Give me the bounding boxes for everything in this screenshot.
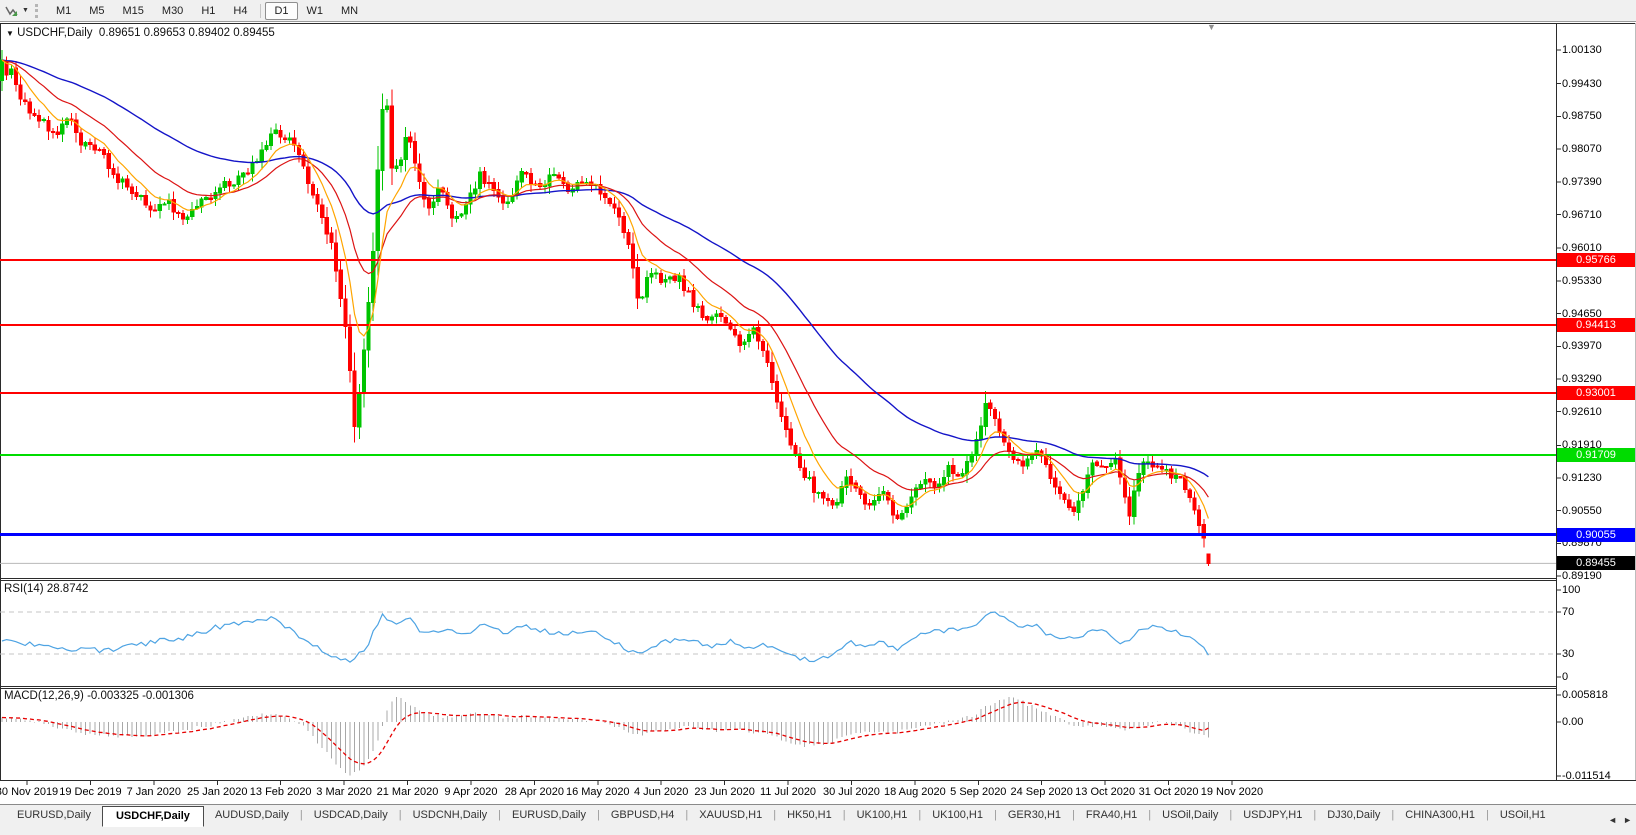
tab-ger30-h1[interactable]: GER30,H1 (997, 805, 1072, 824)
timeframe-button-m30[interactable]: M30 (153, 2, 192, 20)
timeframe-button-m5[interactable]: M5 (80, 2, 113, 20)
macd-axis-label: 0.005818 (1562, 688, 1634, 702)
tab-gbpusd-h4[interactable]: GBPUSD,H4 (600, 805, 686, 824)
ma-slow-line (2, 60, 1208, 477)
tab-audusd-daily[interactable]: AUDUSD,Daily (204, 805, 300, 824)
rsi-label: RSI(14) 28.8742 (4, 583, 88, 595)
price-axis-label: 0.89190 (1562, 569, 1634, 583)
toolbar-separator (260, 4, 261, 18)
rsi-axis-label: 100 (1562, 583, 1634, 597)
price-axis-label: 0.90550 (1562, 504, 1634, 518)
candlestick-series (0, 50, 1210, 566)
timeframe-button-h4[interactable]: H4 (224, 2, 256, 20)
tab-eurusd-daily[interactable]: EURUSD,Daily (501, 805, 597, 824)
toolbar-grip[interactable] (35, 4, 42, 18)
tab-usdjpy-h1[interactable]: USDJPY,H1 (1232, 805, 1313, 824)
tab-usoil-h1[interactable]: USOil,H1 (1489, 805, 1557, 824)
charts-cursor-icon[interactable] (3, 3, 21, 19)
price-axis-label: 0.95330 (1562, 274, 1634, 288)
hline-price-badge: 0.93001 (1557, 386, 1635, 400)
timeframe-button-mn[interactable]: MN (332, 2, 367, 20)
macd-axis-label: 0.00 (1562, 715, 1634, 729)
price-axis-label: 0.93290 (1562, 372, 1634, 386)
tab-usdcnh-daily[interactable]: USDCNH,Daily (402, 805, 499, 824)
rsi-axis-label: 70 (1562, 605, 1634, 619)
cursor-icon-glyph (5, 4, 19, 18)
macd-label: MACD(12,26,9) -0.003325 -0.001306 (4, 690, 194, 702)
chart-symbol-label: USDCHF,Daily (17, 27, 92, 39)
ma-fast-line (2, 60, 1208, 518)
tab-usdcad-daily[interactable]: USDCAD,Daily (303, 805, 399, 824)
tab-xauusd-h1[interactable]: XAUUSD,H1 (688, 805, 773, 824)
tabs-scroll-left-icon[interactable]: ◄ (1608, 815, 1617, 825)
panel-frame (0, 23, 1636, 781)
timeframe-button-m15[interactable]: M15 (114, 2, 153, 20)
timeframe-toolbar: ▼ M1M5M15M30H1H4 D1W1MN (0, 0, 1636, 22)
tab-eurusd-daily[interactable]: EURUSD,Daily (6, 805, 102, 824)
timeframe-button-h1[interactable]: H1 (192, 2, 224, 20)
hline-price-badge: 0.94413 (1557, 318, 1635, 332)
macd-histogram (2, 697, 1208, 776)
chevron-down-icon[interactable]: ▼ (22, 7, 29, 14)
price-axis-label: 0.91230 (1562, 471, 1634, 485)
collapse-triangle-icon[interactable]: ▼ (6, 29, 14, 38)
hline-price-badge: 0.90055 (1557, 528, 1635, 542)
ma-mid-line (2, 60, 1208, 497)
rsi-level-lines (0, 612, 1556, 654)
timeframe-button-w1[interactable]: W1 (298, 2, 333, 20)
price-axis-label: 1.00130 (1562, 43, 1634, 57)
chart-tabs: EURUSD,DailyUSDCHF,DailyAUDUSD,Daily|USD… (6, 805, 1557, 827)
price-axis-label: 0.96710 (1562, 208, 1634, 222)
price-axis-label: 0.97390 (1562, 175, 1634, 189)
timeframe-buttons: M1M5M15M30H1H4 D1W1MN (47, 2, 367, 20)
price-axis-label: 0.93970 (1562, 339, 1634, 353)
chart-tabbar: EURUSD,DailyUSDCHF,DailyAUDUSD,Daily|USD… (0, 804, 1636, 835)
tabs-scroll-right-icon[interactable]: ► (1623, 815, 1632, 825)
tab-fra40-h1[interactable]: FRA40,H1 (1075, 805, 1148, 824)
tab-uk100-h1[interactable]: UK100,H1 (921, 805, 994, 824)
macd-axis-label: -0.011514 (1562, 769, 1634, 783)
rsi-line (2, 612, 1208, 662)
trading-app-window: ▼ M1M5M15M30H1H4 D1W1MN ▼ USDCHF,Daily 0.… (0, 0, 1636, 835)
tab-hk50-h1[interactable]: HK50,H1 (776, 805, 843, 824)
chart-canvas[interactable] (0, 0, 1636, 835)
chart-ohlc-values: 0.89651 0.89653 0.89402 0.89455 (99, 27, 275, 39)
tab-dj30-daily[interactable]: DJ30,Daily (1316, 805, 1391, 824)
hline-price-badge: 0.91709 (1557, 448, 1635, 462)
chart-title: ▼ USDCHF,Daily 0.89651 0.89653 0.89402 0… (6, 27, 275, 39)
tab-usdchf-daily[interactable]: USDCHF,Daily (102, 806, 204, 827)
current-price-badge: 0.89455 (1557, 556, 1635, 570)
price-axis-label: 0.98750 (1562, 109, 1634, 123)
scroll-position-marker[interactable]: ▼ (1207, 22, 1216, 32)
date-axis-label: 19 Nov 2020 (1190, 786, 1274, 798)
hline-price-badge: 0.95766 (1557, 253, 1635, 267)
price-axis-label: 0.99430 (1562, 77, 1634, 91)
tab-usoil-daily[interactable]: USOil,Daily (1151, 805, 1229, 824)
timeframe-button-m1[interactable]: M1 (47, 2, 80, 20)
timeframe-button-d1[interactable]: D1 (265, 2, 297, 20)
price-axis-label: 0.92610 (1562, 405, 1634, 419)
tab-uk100-h1[interactable]: UK100,H1 (846, 805, 919, 824)
rsi-axis-label: 0 (1562, 670, 1634, 684)
tab-china300-h1[interactable]: CHINA300,H1 (1394, 805, 1486, 824)
tab-navigation: ◄► (1602, 815, 1632, 825)
rsi-axis-label: 30 (1562, 647, 1634, 661)
price-axis-label: 0.98070 (1562, 142, 1634, 156)
